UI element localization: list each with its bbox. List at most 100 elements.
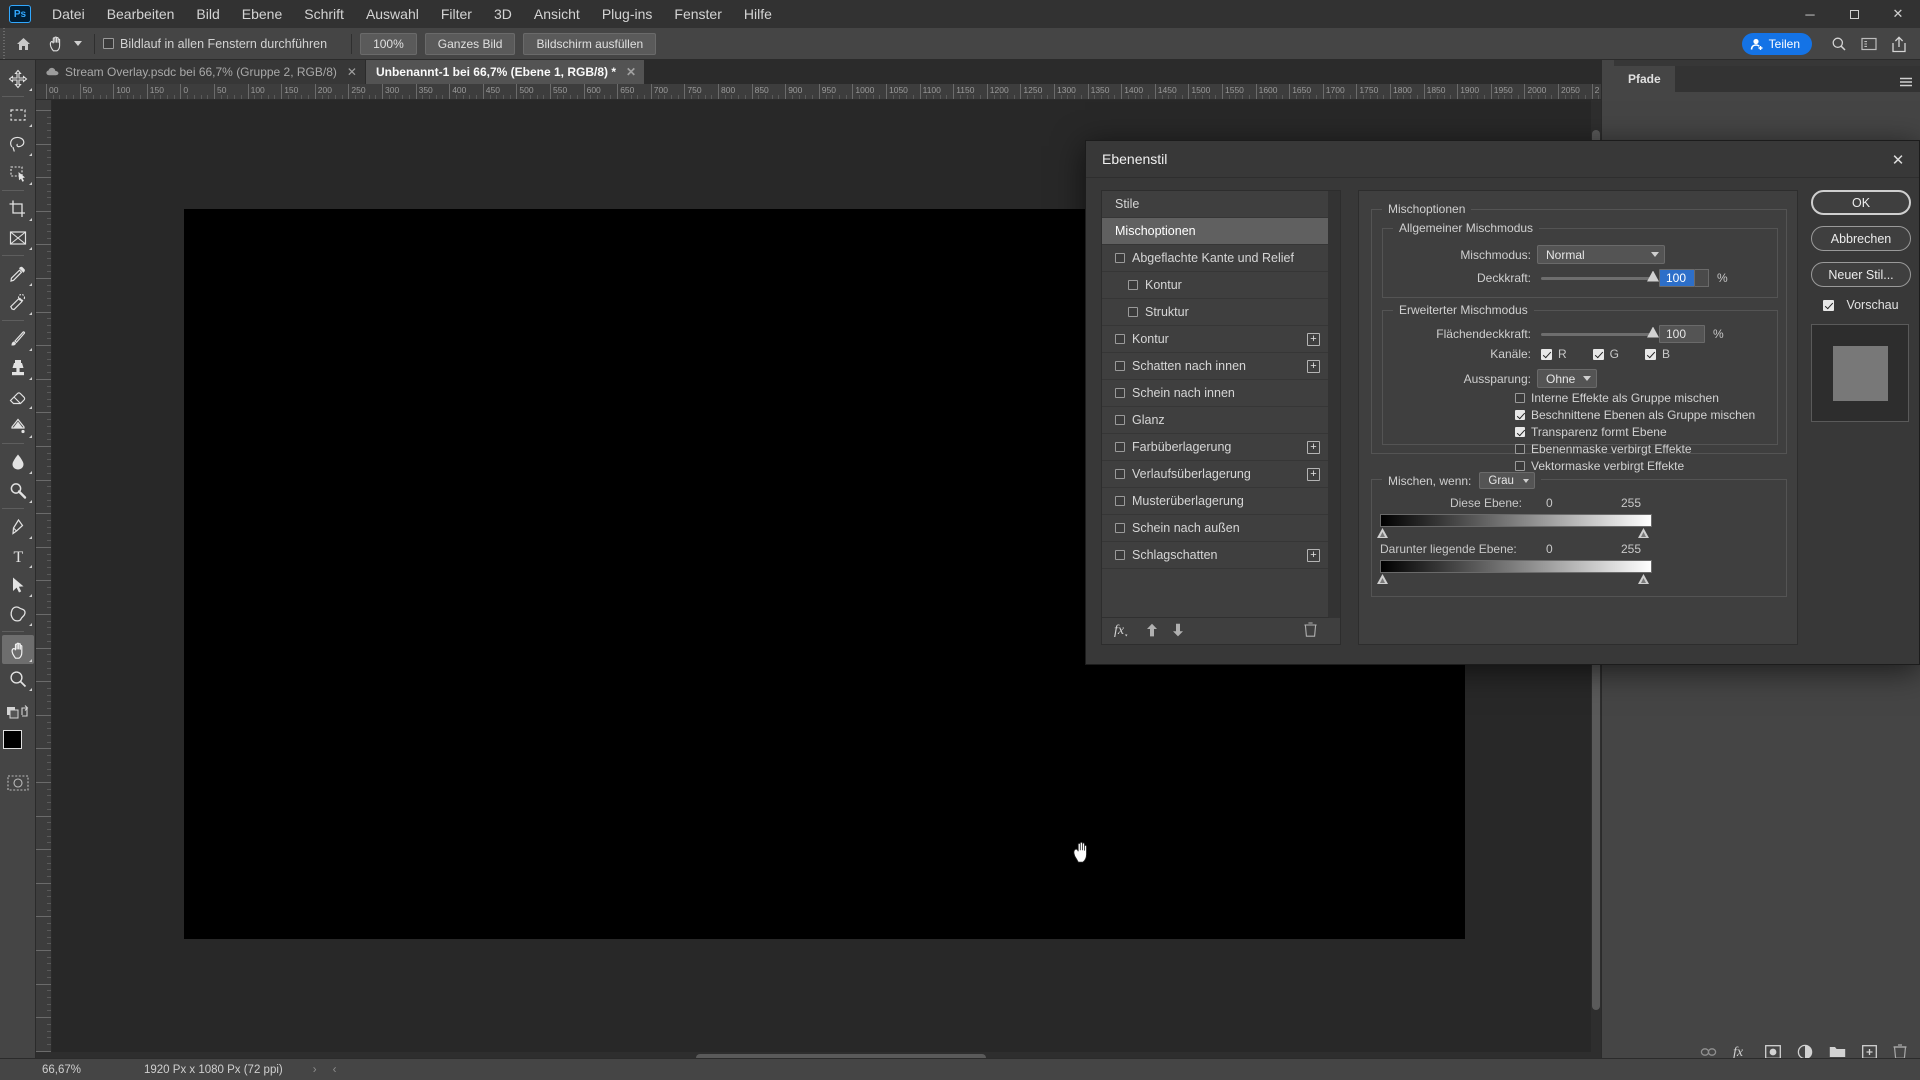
eraser-tool-icon[interactable] xyxy=(2,382,34,411)
lasso-tool-icon[interactable] xyxy=(2,129,34,158)
style-row-struktur[interactable]: Struktur xyxy=(1102,299,1329,326)
style-row-kontur[interactable]: Kontur xyxy=(1102,272,1329,299)
opacity-slider-thumb[interactable] xyxy=(1647,270,1659,282)
menu-hilfe[interactable]: Hilfe xyxy=(733,0,783,28)
underlying-layer-white-stop[interactable] xyxy=(1638,574,1649,584)
menu-bearbeiten[interactable]: Bearbeiten xyxy=(96,0,186,28)
path-selection-tool-icon[interactable] xyxy=(2,570,34,599)
opacity-slider[interactable] xyxy=(1541,270,1659,282)
status-document-dimensions[interactable]: 1920 Px x 1080 Px (72 ppi) xyxy=(144,1064,283,1076)
menu-auswahl[interactable]: Auswahl xyxy=(355,0,430,28)
type-tool-icon[interactable]: T xyxy=(2,541,34,570)
hand-tool-icon[interactable] xyxy=(1,635,34,664)
vertical-ruler[interactable] xyxy=(36,100,52,1052)
styles-list-header[interactable]: Stile xyxy=(1102,191,1329,218)
dialog-title-bar[interactable]: Ebenenstil xyxy=(1086,141,1919,178)
channel-checkbox[interactable] xyxy=(1592,348,1604,360)
gradient-tool-icon[interactable] xyxy=(2,411,34,440)
trash-icon[interactable] xyxy=(1304,622,1317,640)
horizontal-ruler[interactable]: 00 50 100 150 0 50 100 150 200 250 300 350 400 450 500… xyxy=(36,84,1601,100)
opacity-value-field[interactable]: 100 xyxy=(1659,269,1695,287)
style-enable-checkbox[interactable] xyxy=(1128,280,1138,290)
options-bar-grip[interactable] xyxy=(0,27,8,60)
advanced-option-interne-effekte-als-gruppe-mischen[interactable]: Interne Effekte als Gruppe mischen xyxy=(1515,391,1755,405)
window-minimize-button[interactable]: ─ xyxy=(1788,0,1832,28)
blend-if-channel-select[interactable]: Grau xyxy=(1479,472,1536,489)
advanced-option-checkbox[interactable] xyxy=(1515,444,1525,454)
eyedropper-tool-icon[interactable] xyxy=(2,259,34,288)
new-style-button[interactable]: Neuer Stil... xyxy=(1811,262,1911,287)
brush-tool-icon[interactable] xyxy=(2,324,34,353)
color-swatches[interactable] xyxy=(2,730,33,760)
blur-tool-icon[interactable] xyxy=(2,447,34,476)
style-enable-checkbox[interactable] xyxy=(1115,496,1125,506)
add-effect-icon[interactable]: + xyxy=(1307,549,1320,562)
shape-tool-icon[interactable] xyxy=(2,599,34,628)
search-icon[interactable] xyxy=(1824,28,1854,60)
style-row-glanz[interactable]: Glanz xyxy=(1102,407,1329,434)
style-enable-checkbox[interactable] xyxy=(1115,469,1125,479)
dodge-tool-icon[interactable] xyxy=(2,476,34,505)
advanced-option-beschnittene-ebenen-als-gruppe-mischen[interactable]: Beschnittene Ebenen als Gruppe mischen xyxy=(1515,408,1755,422)
menu-datei[interactable]: Datei xyxy=(41,0,96,28)
style-row-schatten-nach-innen[interactable]: Schatten nach innen + xyxy=(1102,353,1329,380)
scroll-all-windows-option[interactable]: Bildlauf in allen Fenstern durchführen xyxy=(103,37,327,51)
spot-healing-brush-tool-icon[interactable] xyxy=(2,288,34,317)
style-row-abgeflachte-kante-und-relief[interactable]: Abgeflachte Kante und Relief xyxy=(1102,245,1329,272)
window-maximize-button[interactable] xyxy=(1832,0,1876,28)
menu-ansicht[interactable]: Ansicht xyxy=(523,0,591,28)
share-export-icon[interactable] xyxy=(1884,28,1914,60)
add-effect-icon[interactable]: + xyxy=(1307,333,1320,346)
underlying-layer-black-stop[interactable] xyxy=(1377,574,1388,584)
this-layer-gradient-bar[interactable] xyxy=(1380,514,1652,527)
add-effect-icon[interactable]: + xyxy=(1307,441,1320,454)
dialog-close-icon[interactable]: ✕ xyxy=(1887,149,1909,171)
crop-tool-icon[interactable] xyxy=(2,194,34,223)
channel-b[interactable]: B xyxy=(1645,347,1670,361)
quick-mask-icon[interactable] xyxy=(2,768,34,797)
ok-button[interactable]: OK xyxy=(1811,190,1911,215)
frame-tool-icon[interactable] xyxy=(2,223,34,252)
cancel-button[interactable]: Abbrechen xyxy=(1811,226,1911,251)
menu-fenster[interactable]: Fenster xyxy=(663,0,732,28)
document-tab-1[interactable]: Unbenannt-1 bei 66,7% (Ebene 1, RGB/8) *… xyxy=(365,60,646,84)
active-tool-preset[interactable] xyxy=(38,28,86,60)
workspace-icon[interactable] xyxy=(1854,28,1884,60)
style-enable-checkbox[interactable] xyxy=(1115,550,1125,560)
panel-menu-icon[interactable] xyxy=(1899,75,1913,87)
advanced-option-checkbox[interactable] xyxy=(1515,461,1525,471)
window-close-button[interactable]: ✕ xyxy=(1876,0,1920,28)
fill-opacity-slider-thumb[interactable] xyxy=(1647,326,1659,338)
advanced-option-ebenenmaske-verbirgt-effekte[interactable]: Ebenenmaske verbirgt Effekte xyxy=(1515,442,1755,456)
underlying-layer-gradient-bar[interactable] xyxy=(1380,560,1652,573)
preview-option[interactable]: Vorschau xyxy=(1811,298,1911,312)
advanced-option-vektormaske-verbirgt-effekte[interactable]: Vektormaske verbirgt Effekte xyxy=(1515,459,1755,473)
add-effect-icon[interactable]: + xyxy=(1307,360,1320,373)
style-enable-checkbox[interactable] xyxy=(1115,253,1125,263)
menu-bild[interactable]: Bild xyxy=(185,0,230,28)
style-row-schlagschatten[interactable]: Schlagschatten + xyxy=(1102,542,1329,569)
move-up-icon[interactable] xyxy=(1146,623,1158,640)
this-layer-black-stop[interactable] xyxy=(1377,528,1388,538)
style-enable-checkbox[interactable] xyxy=(1128,307,1138,317)
styles-list[interactable]: Stile Mischoptionen Abgeflachte Kante und… xyxy=(1102,191,1329,618)
channel-g[interactable]: G xyxy=(1592,347,1619,361)
style-enable-checkbox[interactable] xyxy=(1115,442,1125,452)
channel-checkbox[interactable] xyxy=(1645,348,1657,360)
home-icon[interactable] xyxy=(8,28,38,60)
menu-plug-ins[interactable]: Plug-ins xyxy=(591,0,664,28)
document-tab-close-icon[interactable]: ✕ xyxy=(626,65,636,79)
menu-ebene[interactable]: Ebene xyxy=(231,0,293,28)
style-enable-checkbox[interactable] xyxy=(1115,361,1125,371)
styles-list-scrollbar[interactable] xyxy=(1328,191,1340,618)
advanced-option-transparenz-formt-ebene[interactable]: Transparenz formt Ebene xyxy=(1515,425,1755,439)
status-zoom-level[interactable]: 66,67% xyxy=(42,1064,122,1076)
style-enable-checkbox[interactable] xyxy=(1115,388,1125,398)
preview-checkbox[interactable] xyxy=(1823,299,1835,311)
document-tab-0[interactable]: Stream Overlay.psdc bei 66,7% (Gruppe 2,… xyxy=(36,60,366,84)
style-row-verlaufsüberlagerung[interactable]: Verlaufsüberlagerung + xyxy=(1102,461,1329,488)
style-enable-checkbox[interactable] xyxy=(1115,523,1125,533)
style-row-mischoptionen[interactable]: Mischoptionen xyxy=(1102,218,1329,245)
zoom-tool-icon[interactable] xyxy=(2,664,34,693)
fill-opacity-slider[interactable] xyxy=(1541,326,1659,338)
